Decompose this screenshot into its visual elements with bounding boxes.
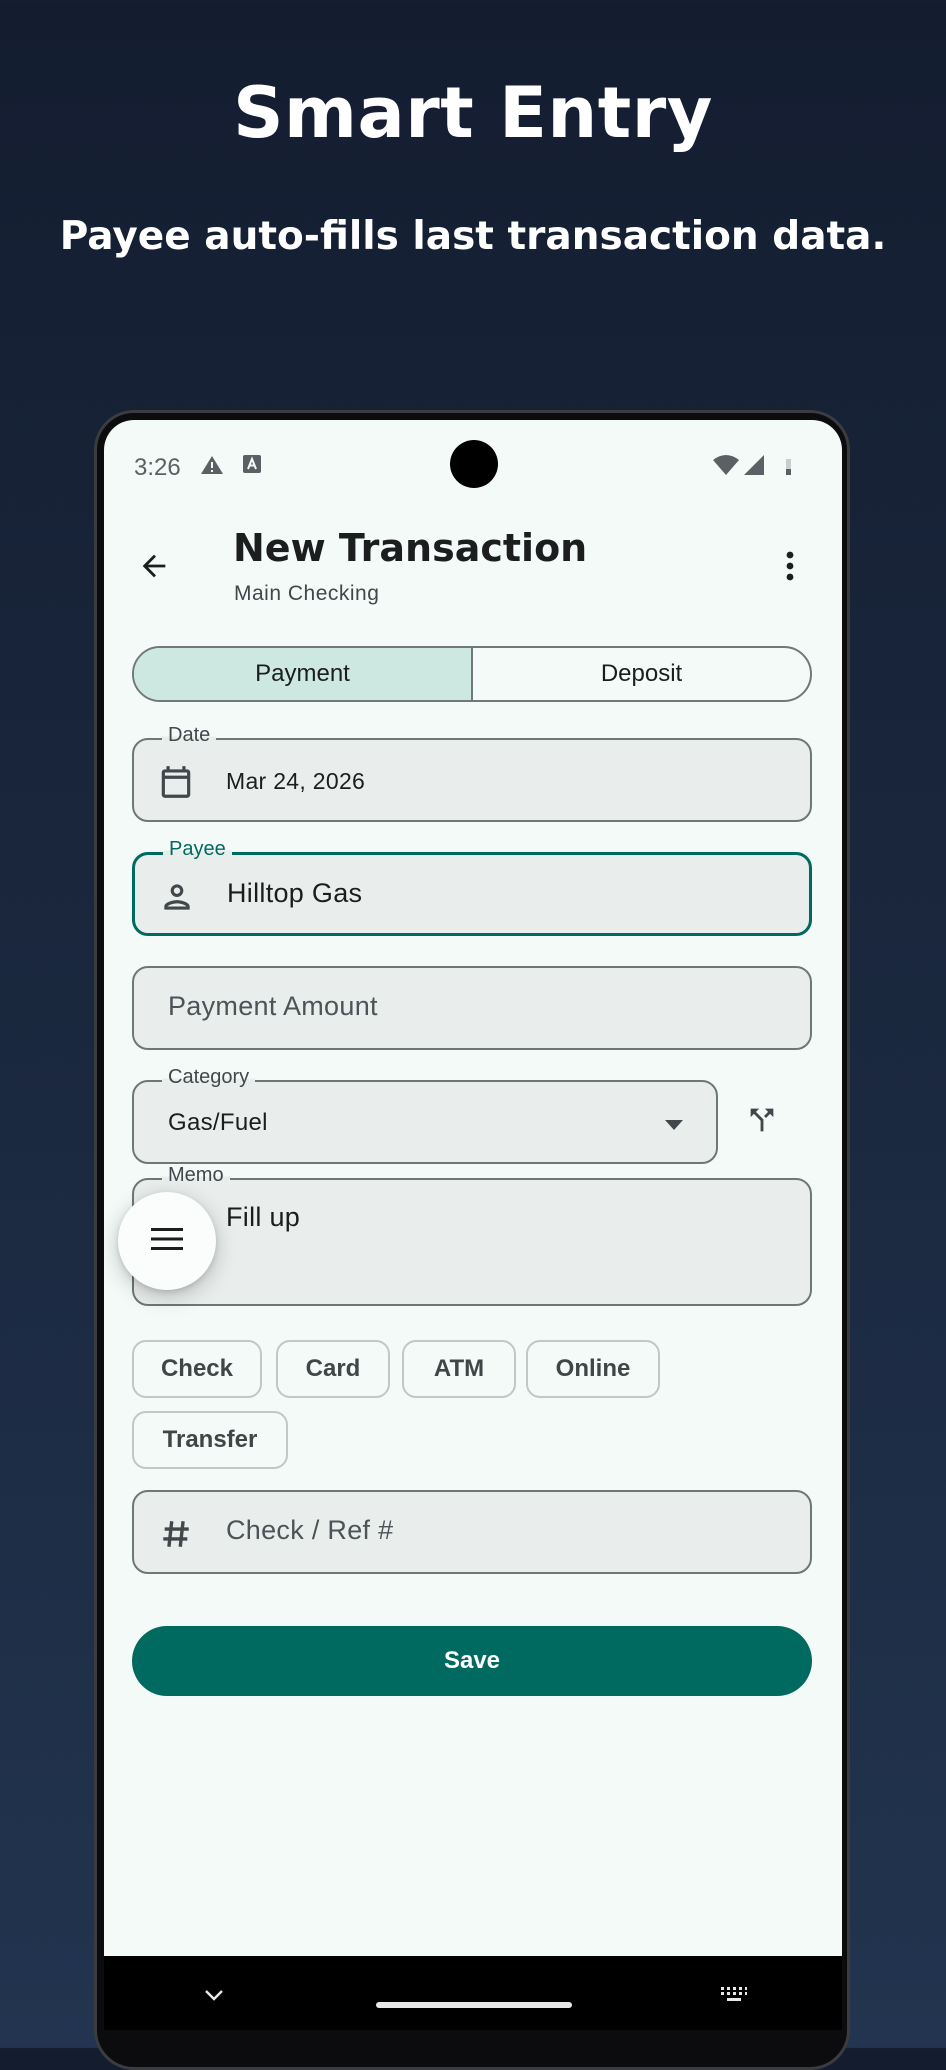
- arrow-back-icon: [137, 549, 171, 588]
- memo-value: Fill up: [226, 1202, 301, 1232]
- hashtag-icon: [156, 1514, 196, 1554]
- payee-label: Payee: [163, 838, 232, 861]
- payment-amount-field[interactable]: Payment Amount: [132, 966, 812, 1050]
- chip-transfer[interactable]: Transfer: [132, 1411, 288, 1469]
- chip-card[interactable]: Card: [276, 1340, 390, 1398]
- status-time: 3:26: [134, 454, 181, 481]
- category-dropdown[interactable]: Category Gas/Fuel: [132, 1066, 718, 1164]
- account-subtitle: Main Checking: [234, 582, 380, 605]
- camera-cutout: [450, 440, 498, 488]
- save-button[interactable]: Save: [132, 1626, 812, 1696]
- chip-atm[interactable]: ATM: [402, 1340, 516, 1398]
- alert-icon: [200, 453, 224, 482]
- memo-label: Memo: [162, 1164, 230, 1187]
- payee-value: Hilltop Gas: [227, 878, 363, 908]
- chip-check[interactable]: Check: [132, 1340, 262, 1398]
- status-bar: 3:26: [104, 420, 842, 504]
- payment-amount-placeholder: Payment Amount: [168, 991, 378, 1021]
- more-options-button[interactable]: [764, 542, 816, 594]
- keyboard-icon[interactable]: [720, 1986, 748, 2007]
- category-value: Gas/Fuel: [168, 1109, 268, 1136]
- category-label: Category: [162, 1066, 256, 1089]
- check-ref-placeholder: Check / Ref #: [226, 1515, 394, 1545]
- date-label: Date: [162, 724, 217, 747]
- promo-subtitle: Payee auto-fills last transaction data.: [59, 214, 887, 259]
- menu-icon: [150, 1226, 184, 1257]
- date-field[interactable]: Date Mar 24, 2026: [132, 724, 812, 822]
- dropdown-arrow-icon: [664, 1118, 684, 1136]
- back-button[interactable]: [128, 542, 180, 594]
- split-category-button[interactable]: [738, 1102, 786, 1142]
- date-value: Mar 24, 2026: [226, 768, 366, 794]
- signal-icon: [742, 453, 766, 482]
- memo-field[interactable]: Memo Fill up: [132, 1164, 812, 1306]
- transaction-type-toggle: Payment Deposit: [132, 646, 812, 702]
- system-nav-bar: [104, 1956, 842, 2030]
- chip-online[interactable]: Online: [526, 1340, 660, 1398]
- menu-fab[interactable]: [118, 1192, 216, 1290]
- app-bar: New Transaction Main Checking: [104, 516, 842, 626]
- a-badge-icon: [242, 453, 262, 480]
- promo-title: Smart Entry: [233, 72, 713, 154]
- more-vert-icon: [785, 550, 795, 587]
- page-title: New Transaction: [233, 526, 588, 570]
- check-ref-field[interactable]: Check / Ref #: [132, 1490, 812, 1574]
- segment-payment[interactable]: Payment: [134, 648, 473, 700]
- person-icon: [157, 877, 197, 917]
- segment-deposit[interactable]: Deposit: [473, 648, 810, 700]
- wifi-icon: [712, 453, 740, 482]
- phone-screen: 3:26 New Transaction Main Checking Payme…: [104, 420, 842, 2030]
- call-split-icon: [745, 1103, 779, 1142]
- home-gesture-pill[interactable]: [376, 2002, 572, 2008]
- calendar-icon: [156, 762, 196, 802]
- battery-icon: [784, 453, 794, 482]
- chevron-down-icon[interactable]: [204, 1988, 224, 2006]
- payee-field[interactable]: Payee Hilltop Gas: [132, 838, 812, 936]
